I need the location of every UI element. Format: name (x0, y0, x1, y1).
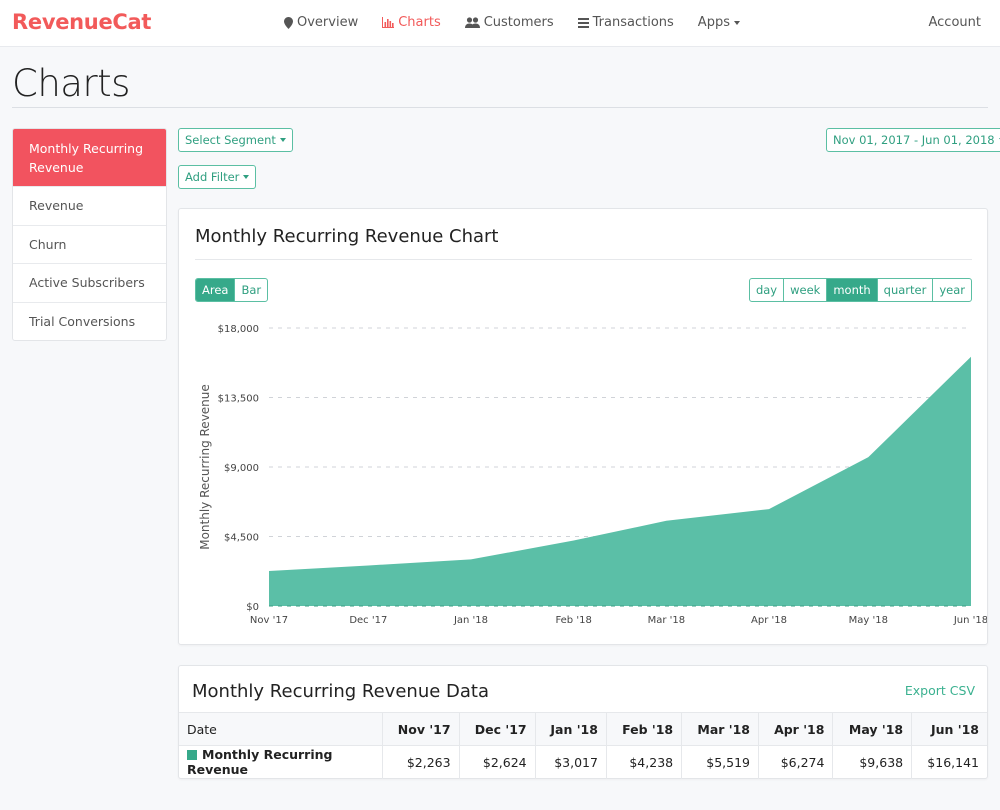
sidebar-item-trial-conversions[interactable]: Trial Conversions (13, 301, 166, 341)
y-axis-label: Monthly Recurring Revenue (198, 384, 212, 550)
resolution-toggle: day week month quarter year (748, 278, 972, 302)
x-tick-label: Dec '17 (349, 615, 387, 626)
resolution-day[interactable]: day (750, 279, 783, 301)
nav-overview[interactable]: Overview (284, 15, 358, 30)
table-header-col: Apr '18 (758, 712, 833, 746)
caret-down-icon (279, 138, 286, 142)
nav-transactions[interactable]: Transactions (577, 15, 674, 30)
table-header-col: Dec '17 (458, 712, 536, 746)
y-axis-ticks: $0 $4,500 $9,000 $13,500 $18,000 (218, 324, 259, 613)
table-cell: $5,519 (681, 745, 759, 779)
chart-card: Monthly Recurring Revenue Chart Area Bar… (178, 208, 988, 645)
list-icon (577, 17, 589, 28)
sidebar-item-churn[interactable]: Churn (13, 224, 166, 264)
x-tick-label: Feb '18 (555, 615, 591, 626)
title-divider (12, 107, 988, 108)
select-segment-button[interactable]: Select Segment (178, 128, 293, 152)
sidebar-item-mrr[interactable]: Monthly Recurring Revenue (13, 129, 166, 186)
table-cell: $4,238 (605, 745, 682, 779)
mrr-area-chart: $0 $4,500 $9,000 $13,500 $18,000 Nov '17 Dec … (198, 324, 987, 626)
table-cell: $3,017 (534, 745, 607, 779)
x-axis-ticks: Nov '17 Dec '17 Jan '18 Feb '18 Mar '18 Apr '… (250, 615, 987, 626)
date-range-label: Nov 01, 2017 - Jun 01, 2018 (833, 133, 995, 147)
y-tick-label: $9,000 (224, 463, 259, 474)
resolution-year[interactable]: year (932, 279, 971, 301)
main-nav: Overview Charts Customers Transactions A… (284, 15, 764, 30)
chart-type-area[interactable]: Area (196, 279, 235, 301)
table-cell: $6,274 (758, 745, 833, 779)
chart-type-bar[interactable]: Bar (234, 279, 267, 301)
table-cell: $16,141 (911, 745, 987, 779)
y-tick-label: $0 (246, 602, 259, 613)
add-filter-label: Add Filter (185, 170, 240, 184)
nav-customers-label: Customers (483, 15, 554, 30)
y-tick-label: $4,500 (224, 533, 259, 544)
x-tick-label: Jun '18 (953, 615, 987, 626)
nav-apps-dropdown[interactable]: Apps (698, 15, 740, 30)
bar-chart-icon (382, 17, 395, 28)
resolution-quarter[interactable]: quarter (876, 279, 933, 301)
page-title: Charts (12, 62, 130, 105)
caret-down-icon (733, 20, 740, 25)
table-cell: $2,263 (381, 745, 460, 779)
add-filter-button[interactable]: Add Filter (178, 165, 257, 189)
data-card: Monthly Recurring Revenue Data Export CS… (178, 665, 988, 779)
users-icon (464, 17, 480, 28)
data-title: Monthly Recurring Revenue Data (192, 681, 489, 702)
nav-transactions-label: Transactions (592, 15, 674, 30)
table-header-col: Nov '17 (381, 712, 460, 746)
nav-charts[interactable]: Charts (382, 15, 441, 30)
chart-sidebar: Monthly Recurring Revenue Revenue Churn … (12, 128, 167, 341)
chart-type-toggle: Area Bar (195, 278, 269, 302)
table-header-col: May '18 (832, 712, 912, 746)
y-tick-label: $13,500 (218, 394, 259, 405)
nav-overview-label: Overview (297, 15, 359, 30)
nav-customers[interactable]: Customers (464, 15, 554, 30)
table-header-date: Date (179, 712, 382, 746)
chart-title: Monthly Recurring Revenue Chart (195, 226, 499, 247)
mrr-data-table: Date Nov '17 Dec '17 Jan '18 Feb '18 Mar… (179, 712, 987, 779)
sidebar-item-revenue[interactable]: Revenue (13, 186, 166, 225)
x-tick-label: Nov '17 (250, 615, 288, 626)
top-navbar: RevenueCat Overview Charts Customers Tra… (0, 0, 1000, 47)
table-header-row: Date Nov '17 Dec '17 Jan '18 Feb '18 Mar… (179, 712, 987, 746)
nav-apps-label: Apps (697, 15, 730, 30)
map-marker-icon (284, 16, 293, 29)
brand-logo[interactable]: RevenueCat (12, 10, 151, 34)
x-tick-label: Jan '18 (453, 615, 488, 626)
x-tick-label: Mar '18 (648, 615, 686, 626)
account-link[interactable]: Account (929, 15, 982, 30)
table-header-col: Jun '18 (911, 712, 987, 746)
table-row: Monthly Recurring Revenue $2,263 $2,624 … (179, 745, 987, 779)
export-csv-link[interactable]: Export CSV (905, 683, 975, 698)
area-series (269, 356, 971, 607)
table-cell: $9,638 (832, 745, 912, 779)
table-header-col: Jan '18 (534, 712, 607, 746)
x-tick-label: May '18 (849, 615, 888, 626)
table-header-col: Mar '18 (681, 712, 759, 746)
table-row-label-cell: Monthly Recurring Revenue (179, 745, 382, 779)
date-range-picker[interactable]: Nov 01, 2017 - Jun 01, 2018 (826, 128, 1000, 152)
resolution-week[interactable]: week (783, 279, 826, 301)
caret-down-icon (243, 175, 250, 179)
table-header-col: Feb '18 (605, 712, 682, 746)
series-color-swatch (187, 750, 197, 761)
resolution-month[interactable]: month (826, 279, 877, 301)
x-tick-label: Apr '18 (751, 615, 787, 626)
table-row-label: Monthly Recurring Revenue (187, 747, 333, 778)
table-cell: $2,624 (458, 745, 536, 779)
y-tick-label: $18,000 (218, 324, 259, 335)
sidebar-item-active-subscribers[interactable]: Active Subscribers (13, 263, 166, 302)
chart-title-divider (195, 259, 972, 260)
nav-charts-label: Charts (398, 15, 441, 30)
mrr-area (269, 356, 971, 606)
select-segment-label: Select Segment (185, 133, 276, 147)
